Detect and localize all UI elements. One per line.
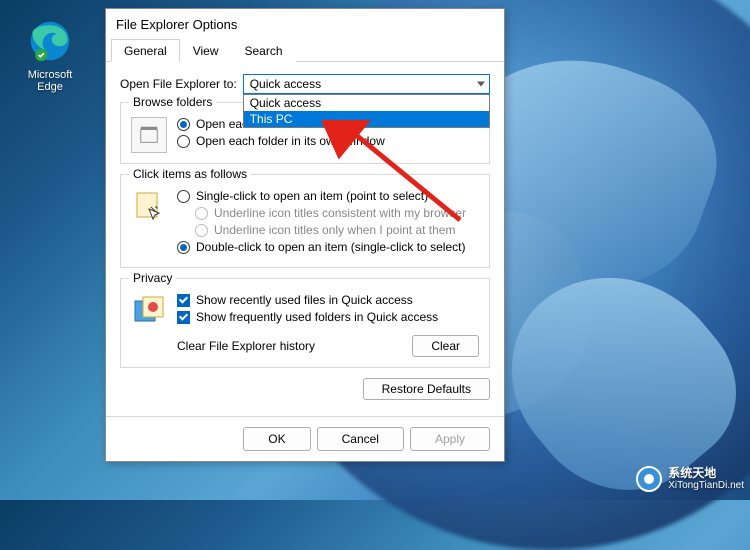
tab-view[interactable]: View: [180, 39, 232, 62]
radio-icon: [195, 207, 208, 220]
combo-value: Quick access: [250, 77, 321, 91]
radio-icon: [195, 224, 208, 237]
desktop-icon-label: Microsoft Edge: [15, 69, 85, 93]
check-frequent-folders[interactable]: Show frequently used folders in Quick ac…: [177, 310, 479, 324]
restore-defaults-button[interactable]: Restore Defaults: [363, 378, 490, 400]
watermark-line2: XiTongTianDi.net: [668, 480, 744, 491]
tab-bar: General View Search: [106, 38, 504, 62]
clear-button[interactable]: Clear: [412, 335, 479, 357]
watermark-line1: 系统天地: [668, 467, 744, 480]
watermark-gear-icon: [634, 464, 664, 494]
group-privacy: Privacy Show recently used files in Quic…: [120, 278, 490, 368]
open-explorer-label: Open File Explorer to:: [120, 77, 237, 91]
desktop-icon-edge[interactable]: Microsoft Edge: [15, 20, 85, 93]
ok-button[interactable]: OK: [243, 427, 310, 451]
watermark: 系统天地 XiTongTianDi.net: [634, 464, 744, 494]
checkbox-icon: [177, 294, 190, 307]
group-click-items: Click items as follows Single-click to o…: [120, 174, 490, 268]
radio-underline-browser: Underline icon titles consistent with my…: [195, 206, 479, 220]
group-title: Privacy: [129, 271, 176, 285]
click-items-icon: [131, 189, 167, 225]
clear-history-label: Clear File Explorer history: [177, 339, 315, 353]
radio-icon: [177, 135, 190, 148]
group-title: Browse folders: [129, 95, 216, 109]
file-explorer-options-dialog: File Explorer Options General View Searc…: [105, 8, 505, 462]
dialog-footer: OK Cancel Apply: [106, 416, 504, 461]
group-title: Click items as follows: [129, 167, 251, 181]
edge-icon: [29, 20, 71, 62]
apply-button[interactable]: Apply: [410, 427, 490, 451]
checkbox-icon: [177, 311, 190, 324]
open-explorer-combo[interactable]: Quick access Quick access This PC: [243, 74, 490, 94]
radio-single-click[interactable]: Single-click to open an item (point to s…: [177, 189, 479, 203]
browse-folders-icon: [131, 117, 167, 153]
open-explorer-row: Open File Explorer to: Quick access Quic…: [120, 74, 490, 94]
radio-icon: [177, 118, 190, 131]
radio-underline-point: Underline icon titles only when I point …: [195, 223, 479, 237]
dialog-title: File Explorer Options: [106, 9, 504, 38]
check-recent-files[interactable]: Show recently used files in Quick access: [177, 293, 479, 307]
privacy-icon: [131, 293, 167, 329]
radio-icon: [177, 190, 190, 203]
dropdown-item-quick-access[interactable]: Quick access: [244, 95, 489, 111]
tab-general-body: Open File Explorer to: Quick access Quic…: [106, 62, 504, 416]
chevron-down-icon: [477, 82, 485, 87]
open-explorer-dropdown: Quick access This PC: [243, 94, 490, 128]
radio-double-click[interactable]: Double-click to open an item (single-cli…: [177, 240, 479, 254]
tab-search[interactable]: Search: [232, 39, 296, 62]
cancel-button[interactable]: Cancel: [317, 427, 404, 451]
radio-own-window[interactable]: Open each folder in its own window: [177, 134, 479, 148]
tab-general[interactable]: General: [111, 39, 180, 62]
dropdown-item-this-pc[interactable]: This PC: [244, 111, 489, 127]
radio-icon: [177, 241, 190, 254]
